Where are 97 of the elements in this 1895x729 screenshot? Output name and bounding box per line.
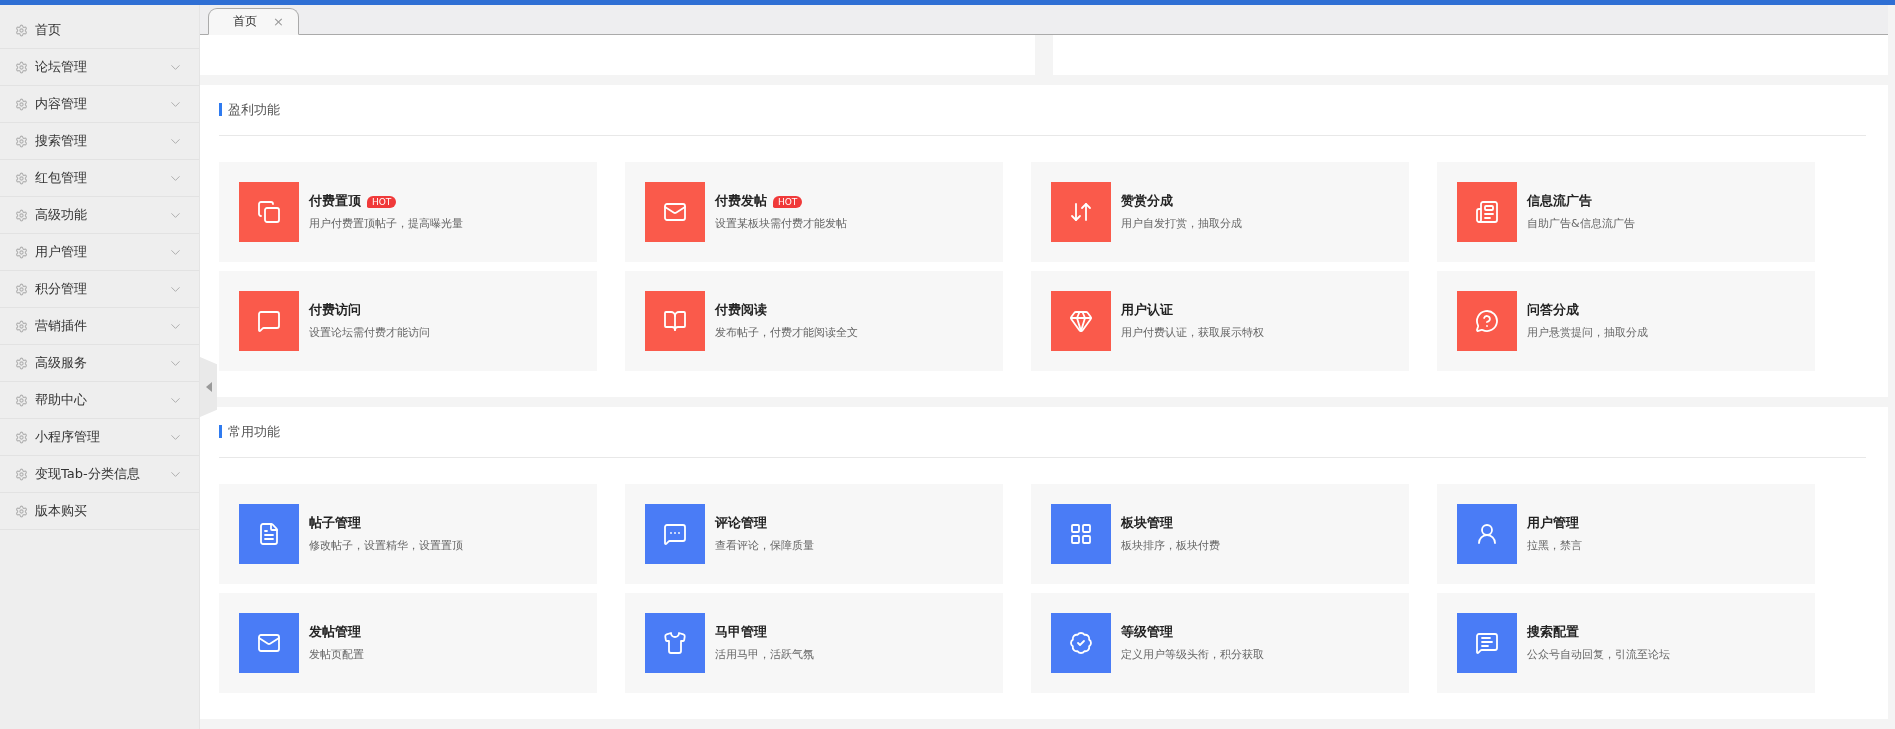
card-description: 自助广告&信息流广告 xyxy=(1527,216,1635,231)
card-title: 付费发帖 xyxy=(715,193,767,210)
gear-icon xyxy=(15,282,28,296)
card-title: 发帖管理 xyxy=(309,624,361,641)
feature-card[interactable]: 信息流广告 自助广告&信息流广告 xyxy=(1437,162,1815,262)
card-title: 问答分成 xyxy=(1527,302,1579,319)
sidebar-item[interactable]: 内容管理 xyxy=(0,86,199,123)
feature-card[interactable]: 用户认证 用户付费认证，获取展示特权 xyxy=(1031,271,1409,371)
card-description: 发布帖子，付费才能阅读全文 xyxy=(715,325,858,340)
feature-card[interactable]: 评论管理 查看评论，保障质量 xyxy=(625,484,1003,584)
gear-icon xyxy=(15,319,28,333)
hot-badge: HOT xyxy=(773,195,803,208)
gear-icon xyxy=(15,245,28,259)
newspaper-icon xyxy=(1475,200,1499,224)
feature-card[interactable]: 付费置顶 HOT 用户付费置顶帖子，提高曝光量 xyxy=(219,162,597,262)
gear-icon xyxy=(15,356,28,370)
card-title: 等级管理 xyxy=(1121,624,1173,641)
feature-card[interactable]: 发帖管理 发帖页配置 xyxy=(219,593,597,693)
card-description: 设置论坛需付费才能访问 xyxy=(309,325,430,340)
card-title: 付费访问 xyxy=(309,302,361,319)
gem-icon xyxy=(1069,309,1093,333)
gear-icon xyxy=(15,430,28,444)
copy-icon xyxy=(257,200,281,224)
section-title: 常用功能 xyxy=(219,424,280,438)
gear-icon xyxy=(15,393,28,407)
envelope-icon xyxy=(663,200,687,224)
card-description: 用户自发打赏，抽取分成 xyxy=(1121,216,1242,231)
section-title: 盈利功能 xyxy=(219,102,280,116)
card-title: 用户管理 xyxy=(1527,515,1579,532)
feature-card[interactable]: 帖子管理 修改帖子，设置精华，设置置顶 xyxy=(219,484,597,584)
triangle-left-icon xyxy=(205,382,212,392)
sidebar-item[interactable]: 用户管理 xyxy=(0,234,199,271)
card-title: 信息流广告 xyxy=(1527,193,1592,210)
gear-icon xyxy=(15,23,28,37)
question-chat-icon xyxy=(1475,309,1499,333)
card-description: 公众号自动回复，引流至论坛 xyxy=(1527,647,1670,662)
gear-icon xyxy=(15,134,28,148)
feature-card[interactable]: 付费访问 设置论坛需付费才能访问 xyxy=(219,271,597,371)
hot-badge: HOT xyxy=(367,195,397,208)
envelope-icon xyxy=(257,631,281,655)
chat-icon xyxy=(257,309,281,333)
feature-card[interactable]: 等级管理 定义用户等级头衔，积分获取 xyxy=(1031,593,1409,693)
card-title: 付费置顶 xyxy=(309,193,361,210)
gear-icon xyxy=(15,171,28,185)
card-title: 用户认证 xyxy=(1121,302,1173,319)
card-description: 用户悬赏提问，抽取分成 xyxy=(1527,325,1648,340)
card-description: 设置某板块需付费才能发帖 xyxy=(715,216,847,231)
feature-card[interactable]: 赞赏分成 用户自发打赏，抽取分成 xyxy=(1031,162,1409,262)
sidebar-item[interactable]: 首页 xyxy=(0,12,199,49)
tab[interactable]: 首页 × xyxy=(208,8,299,36)
sidebar-item[interactable]: 高级功能 xyxy=(0,197,199,234)
card-description: 用户付费认证，获取展示特权 xyxy=(1121,325,1264,340)
card-title: 付费阅读 xyxy=(715,302,767,319)
chat-dots-icon xyxy=(663,522,687,546)
sidebar-item[interactable]: 论坛管理 xyxy=(0,49,199,86)
grid-icon xyxy=(1069,522,1093,546)
card-title: 帖子管理 xyxy=(309,515,361,532)
sidebar-item[interactable]: 红包管理 xyxy=(0,160,199,197)
chat-lines-icon xyxy=(1475,631,1499,655)
sidebar-item[interactable]: 变现Tab-分类信息 xyxy=(0,456,199,493)
feature-card[interactable]: 付费阅读 发布帖子，付费才能阅读全文 xyxy=(625,271,1003,371)
sidebar-item[interactable]: 版本购买 xyxy=(0,493,199,530)
card-description: 板块排序，板块付费 xyxy=(1121,538,1220,553)
card-title: 板块管理 xyxy=(1121,515,1173,532)
sidebar-item[interactable]: 积分管理 xyxy=(0,271,199,308)
user-icon xyxy=(1475,522,1499,546)
gear-icon xyxy=(15,467,28,481)
card-title: 评论管理 xyxy=(715,515,767,532)
sidebar-item[interactable]: 高级服务 xyxy=(0,345,199,382)
sidebar-item[interactable]: 营销插件 xyxy=(0,308,199,345)
gear-icon xyxy=(15,60,28,74)
gear-icon xyxy=(15,97,28,111)
feature-card[interactable]: 搜索配置 公众号自动回复，引流至论坛 xyxy=(1437,593,1815,693)
card-description: 活用马甲，活跃气氛 xyxy=(715,647,814,662)
card-description: 查看评论，保障质量 xyxy=(715,538,814,553)
card-title: 赞赏分成 xyxy=(1121,193,1173,210)
gear-icon xyxy=(15,208,28,222)
card-description: 修改帖子，设置精华，设置置顶 xyxy=(309,538,463,553)
card-description: 发帖页配置 xyxy=(309,647,364,662)
feature-card[interactable]: 用户管理 拉黑，禁言 xyxy=(1437,484,1815,584)
feature-card[interactable]: 问答分成 用户悬赏提问，抽取分成 xyxy=(1437,271,1815,371)
arrows-icon xyxy=(1069,200,1093,224)
badge-icon xyxy=(1069,631,1093,655)
card-description: 用户付费置顶帖子，提高曝光量 xyxy=(309,216,463,231)
card-description: 定义用户等级头衔，积分获取 xyxy=(1121,647,1264,662)
sidebar-item[interactable]: 帮助中心 xyxy=(0,382,199,419)
document-icon xyxy=(257,522,281,546)
feature-card[interactable]: 板块管理 板块排序，板块付费 xyxy=(1031,484,1409,584)
gear-icon xyxy=(15,504,28,518)
sidebar-item[interactable]: 搜索管理 xyxy=(0,123,199,160)
feature-card[interactable]: 马甲管理 活用马甲，活跃气氛 xyxy=(625,593,1003,693)
book-icon xyxy=(663,309,687,333)
sidebar-item[interactable]: 小程序管理 xyxy=(0,419,199,456)
card-title: 马甲管理 xyxy=(715,624,767,641)
feature-card[interactable]: 付费发帖 HOT 设置某板块需付费才能发帖 xyxy=(625,162,1003,262)
card-description: 拉黑，禁言 xyxy=(1527,538,1582,553)
card-title: 搜索配置 xyxy=(1527,624,1579,641)
